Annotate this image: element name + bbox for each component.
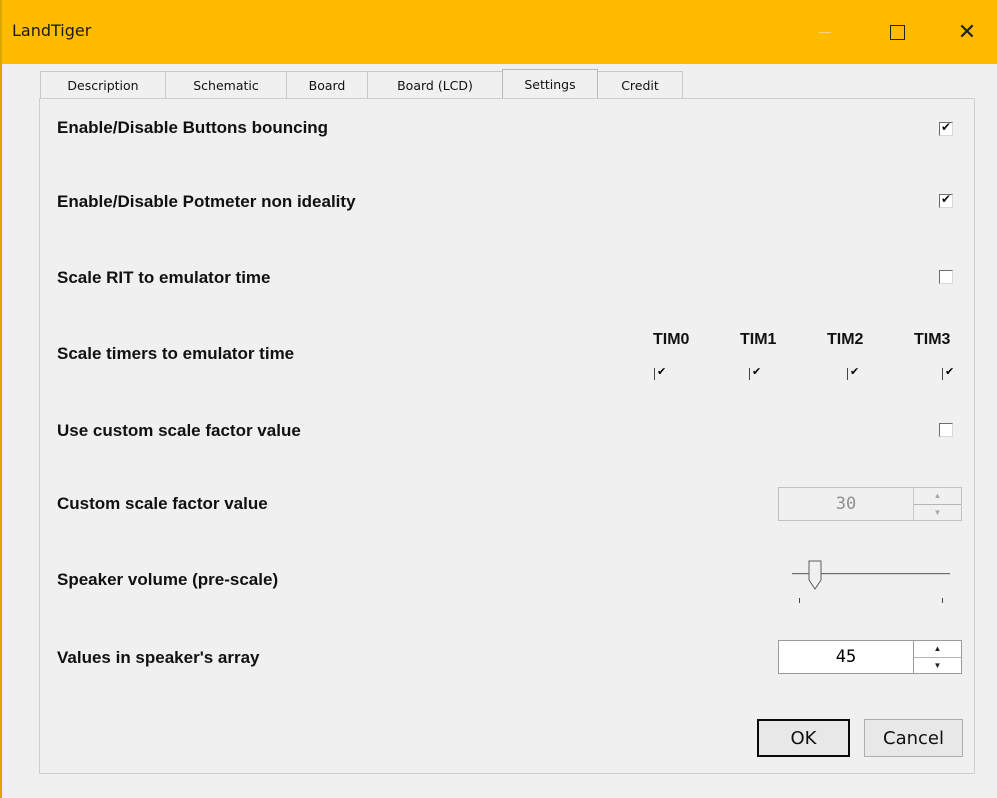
tim1-checkbox[interactable] (749, 365, 761, 380)
maximize-button[interactable] (874, 0, 920, 64)
custom-scale-label: Custom scale factor value (57, 494, 268, 513)
tim0-label: TIM0 (653, 331, 690, 348)
spin-down-icon[interactable]: ▼ (914, 505, 961, 521)
potmeter-checkbox[interactable] (939, 192, 953, 208)
tab-board-lcd[interactable]: Board (LCD) (367, 71, 503, 99)
close-icon: ✕ (957, 19, 977, 45)
tab-schematic[interactable]: Schematic (165, 71, 287, 99)
slider-tick-max (942, 598, 943, 603)
settings-window: LandTiger ✕ Description Schematic Board … (0, 0, 997, 798)
cancel-button[interactable]: Cancel (864, 719, 963, 757)
tim2-checkbox[interactable] (847, 365, 859, 380)
scale-rit-label: Scale RIT to emulator time (57, 268, 271, 287)
tab-strip: Description Schematic Board Board (LCD) … (40, 69, 683, 99)
tim3-checkbox[interactable] (942, 365, 954, 380)
buttons-bouncing-label: Enable/Disable Buttons bouncing (57, 118, 329, 137)
speaker-values-value[interactable]: 45 (779, 641, 913, 673)
use-custom-scale-label: Use custom scale factor value (57, 421, 301, 440)
scale-timers-label: Scale timers to emulator time (57, 344, 295, 363)
speaker-values-label: Values in speaker's array (57, 648, 260, 667)
tab-description[interactable]: Description (40, 71, 166, 99)
close-button[interactable]: ✕ (944, 0, 990, 64)
speaker-volume-slider-thumb[interactable] (808, 560, 822, 590)
window-title: LandTiger (12, 21, 92, 40)
ok-button[interactable]: OK (757, 719, 850, 757)
buttons-bouncing-checkbox[interactable] (939, 120, 953, 136)
minimize-button[interactable] (802, 0, 848, 64)
tab-board[interactable]: Board (286, 71, 368, 99)
use-custom-scale-checkbox[interactable] (939, 423, 953, 437)
spin-up-icon[interactable]: ▲ (914, 488, 961, 505)
slider-tick-min (799, 598, 800, 603)
spin-down-icon[interactable]: ▼ (914, 658, 961, 674)
scale-rit-checkbox[interactable] (939, 270, 953, 284)
spin-up-icon[interactable]: ▲ (914, 641, 961, 658)
custom-scale-arrows: ▲ ▼ (913, 488, 961, 520)
tab-credit[interactable]: Credit (597, 71, 683, 99)
title-bar[interactable]: LandTiger ✕ (2, 0, 997, 64)
custom-scale-spinner[interactable]: 30 ▲ ▼ (778, 487, 962, 521)
tab-settings[interactable]: Settings (502, 69, 598, 99)
tim3-label: TIM3 (914, 331, 951, 348)
tim0-checkbox[interactable] (654, 365, 666, 380)
speaker-values-spinner[interactable]: 45 ▲ ▼ (778, 640, 962, 674)
potmeter-label: Enable/Disable Potmeter non ideality (57, 192, 356, 211)
tim1-label: TIM1 (740, 331, 777, 348)
custom-scale-value[interactable]: 30 (779, 488, 913, 520)
speaker-volume-label: Speaker volume (pre-scale) (57, 570, 279, 589)
speaker-values-arrows: ▲ ▼ (913, 641, 961, 673)
tim2-label: TIM2 (827, 331, 864, 348)
